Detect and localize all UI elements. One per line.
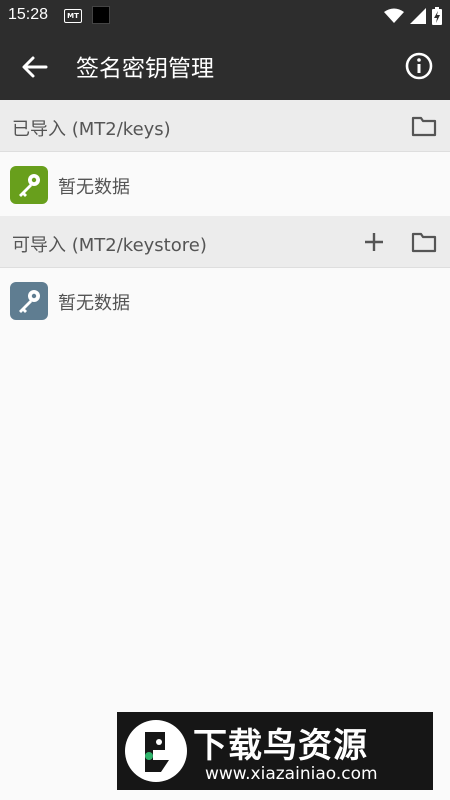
watermark-title: 下载鸟资源: [193, 726, 368, 766]
key-icon: [10, 282, 48, 320]
section-header-importable: 可导入 (MT2/keystore): [0, 216, 450, 268]
status-bar: 15:28 MT: [0, 0, 450, 32]
app-bar: 签名密钥管理: [0, 32, 450, 100]
wifi-icon: [384, 8, 404, 23]
item-label: 暂无数据: [58, 177, 130, 198]
add-icon[interactable]: [360, 228, 388, 256]
status-time: 15:28: [8, 6, 49, 23]
list-item[interactable]: 暂无数据: [0, 153, 450, 215]
folder-icon[interactable]: [410, 228, 438, 256]
section-title: 可导入 (MT2/keystore): [12, 235, 207, 256]
folder-icon[interactable]: [410, 112, 438, 140]
notification-icon: MT: [64, 9, 82, 23]
section-title: 已导入 (MT2/keys): [12, 119, 171, 140]
battery-icon: [432, 7, 442, 25]
info-icon[interactable]: [402, 49, 436, 83]
section-header-imported: 已导入 (MT2/keys): [0, 100, 450, 152]
page-title: 签名密钥管理: [76, 56, 214, 82]
watermark-banner: 下载鸟资源 www.xiazainiao.com: [117, 712, 433, 790]
notification-square-icon: [92, 6, 110, 24]
cellular-signal-icon: [410, 8, 426, 24]
watermark-url: www.xiazainiao.com: [205, 764, 378, 784]
key-icon: [10, 166, 48, 204]
item-label: 暂无数据: [58, 293, 130, 314]
back-arrow-icon[interactable]: [18, 50, 52, 84]
status-icons: [384, 6, 442, 26]
list-item[interactable]: 暂无数据: [0, 269, 450, 331]
bird-logo-icon: [125, 720, 187, 782]
